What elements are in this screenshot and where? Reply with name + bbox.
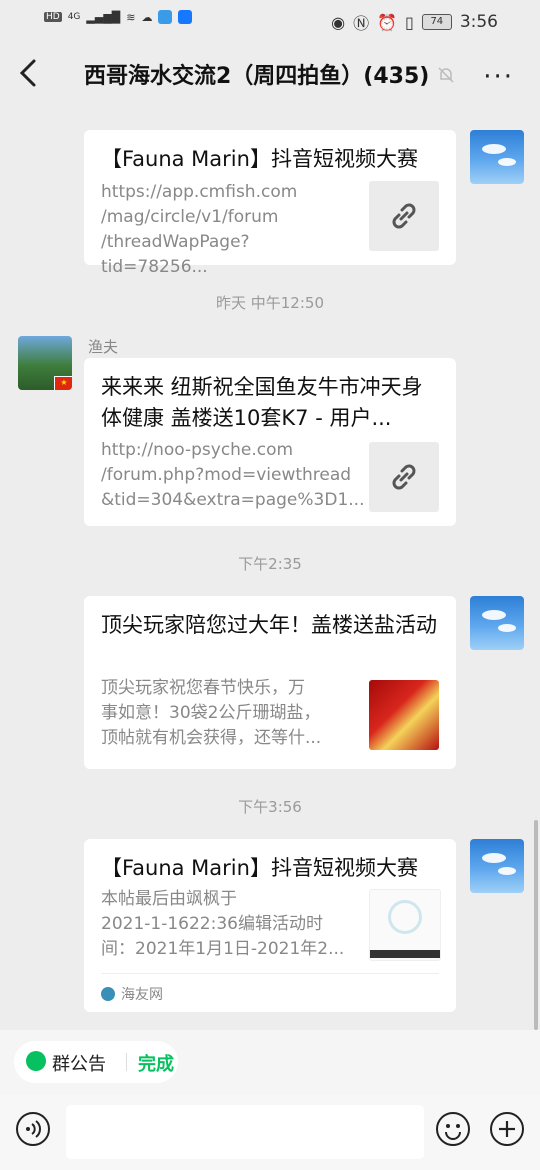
app-icon (158, 10, 173, 24)
chat-area: 【Fauna Marin】抖音短视频大赛 https://app.cmfish.… (0, 106, 540, 1030)
link-title: 来来来 纽斯祝全国鱼友牛市冲天身体健康 盖楼送10套K7 - 用户... (101, 375, 423, 430)
my-avatar[interactable] (470, 596, 524, 650)
link-icon (392, 464, 416, 490)
group-notice-bar: 群公告 完成 (0, 1030, 540, 1095)
chat-header: 西哥海水交流2（周四拍鱼）(435) ··· (0, 40, 540, 106)
link-card[interactable]: 来来来 纽斯祝全国鱼友牛市冲天身体健康 盖楼送10套K7 - 用户... htt… (84, 358, 456, 526)
clock: 3:56 (459, 12, 498, 32)
link-description: https://app.cmfish.com /mag/circle/v1/fo… (101, 182, 298, 277)
hd-icon: HD (44, 12, 62, 22)
group-notice-pill[interactable]: 群公告 完成 (14, 1041, 178, 1083)
more-options-button[interactable]: ··· (483, 62, 514, 92)
battery-icon: 74 (421, 14, 452, 30)
sender-name: 渔夫 (88, 338, 119, 356)
link-title: 顶尖玩家陪您过大年！盖楼送盐活动 (101, 613, 437, 637)
message-input[interactable] (66, 1105, 424, 1159)
link-thumbnail-image (369, 889, 441, 961)
link-thumbnail (369, 181, 439, 251)
timestamp: 下午3:56 (238, 798, 302, 816)
input-bar (0, 1095, 540, 1170)
nfc-icon: Ⓝ (353, 14, 370, 33)
timestamp: 下午2:35 (238, 555, 302, 573)
emoji-button[interactable] (436, 1112, 470, 1146)
my-avatar[interactable] (470, 130, 524, 184)
chat-title: 西哥海水交流2（周四拍鱼）(435) (84, 64, 430, 89)
source-app: 海友网 (101, 984, 163, 1004)
notice-icon (26, 1051, 46, 1071)
alipay-icon (178, 10, 193, 24)
link-description: 顶尖玩家祝您春节快乐，万 事如意！30袋2公斤珊瑚盐， 顶帖就有机会获得，还等什… (101, 678, 322, 748)
link-title: 【Fauna Marin】抖音短视频大赛 (101, 147, 418, 171)
scrollbar[interactable] (534, 820, 538, 1030)
cloud-icon: ☁ (141, 10, 153, 24)
voice-input-button[interactable] (16, 1112, 50, 1146)
link-title: 【Fauna Marin】抖音短视频大赛 (101, 856, 418, 880)
mute-bell-icon (438, 67, 454, 83)
status-right: ◉ Ⓝ ⏰ ▯ 74 3:56 (331, 10, 498, 34)
emoji-icon (445, 1124, 461, 1140)
alarm-icon: ⏰ (377, 12, 397, 32)
my-avatar[interactable] (470, 839, 524, 893)
status-left: HD 4G ▂▄▆█ ≋ ☁ (44, 10, 193, 24)
link-icon (392, 203, 416, 229)
link-description: 本帖最后由飒枫于 2021-1-1622:36编辑活动时 间：2021年1月1日… (101, 889, 345, 959)
source-app-name: 海友网 (121, 987, 163, 1003)
plus-icon (499, 1121, 515, 1137)
done-button[interactable]: 完成 (138, 1050, 174, 1076)
more-functions-button[interactable] (490, 1112, 524, 1146)
vibrate-icon: ▯ (405, 12, 414, 32)
signal-icon: ▂▄▆█ (86, 10, 121, 24)
group-notice-label: 群公告 (52, 1054, 106, 1075)
back-icon[interactable] (14, 56, 44, 90)
status-bar: HD 4G ▂▄▆█ ≋ ☁ ◉ Ⓝ ⏰ ▯ 74 3:56 (0, 0, 540, 40)
wifi-icon: ≋ (126, 10, 136, 24)
link-card[interactable]: 【Fauna Marin】抖音短视频大赛 https://app.cmfish.… (84, 130, 456, 277)
link-thumbnail (369, 442, 439, 512)
sender-avatar[interactable]: ★ (18, 336, 72, 390)
voice-icon (26, 1120, 41, 1138)
link-description: http://noo-psyche.com /forum.php?mod=vie… (101, 440, 365, 510)
china-flag-icon: ★ (54, 376, 72, 390)
source-app-icon (101, 987, 115, 1001)
network-type: 4G (67, 12, 81, 22)
timestamp: 昨天 中午12:50 (216, 294, 324, 312)
link-thumbnail-image (369, 680, 439, 750)
eye-icon: ◉ (331, 12, 346, 32)
link-card[interactable]: 【Fauna Marin】抖音短视频大赛 本帖最后由飒枫于 2021-1-162… (84, 839, 456, 1012)
link-card[interactable]: 顶尖玩家陪您过大年！盖楼送盐活动 顶尖玩家祝您春节快乐，万 事如意！30袋2公斤… (84, 596, 456, 769)
